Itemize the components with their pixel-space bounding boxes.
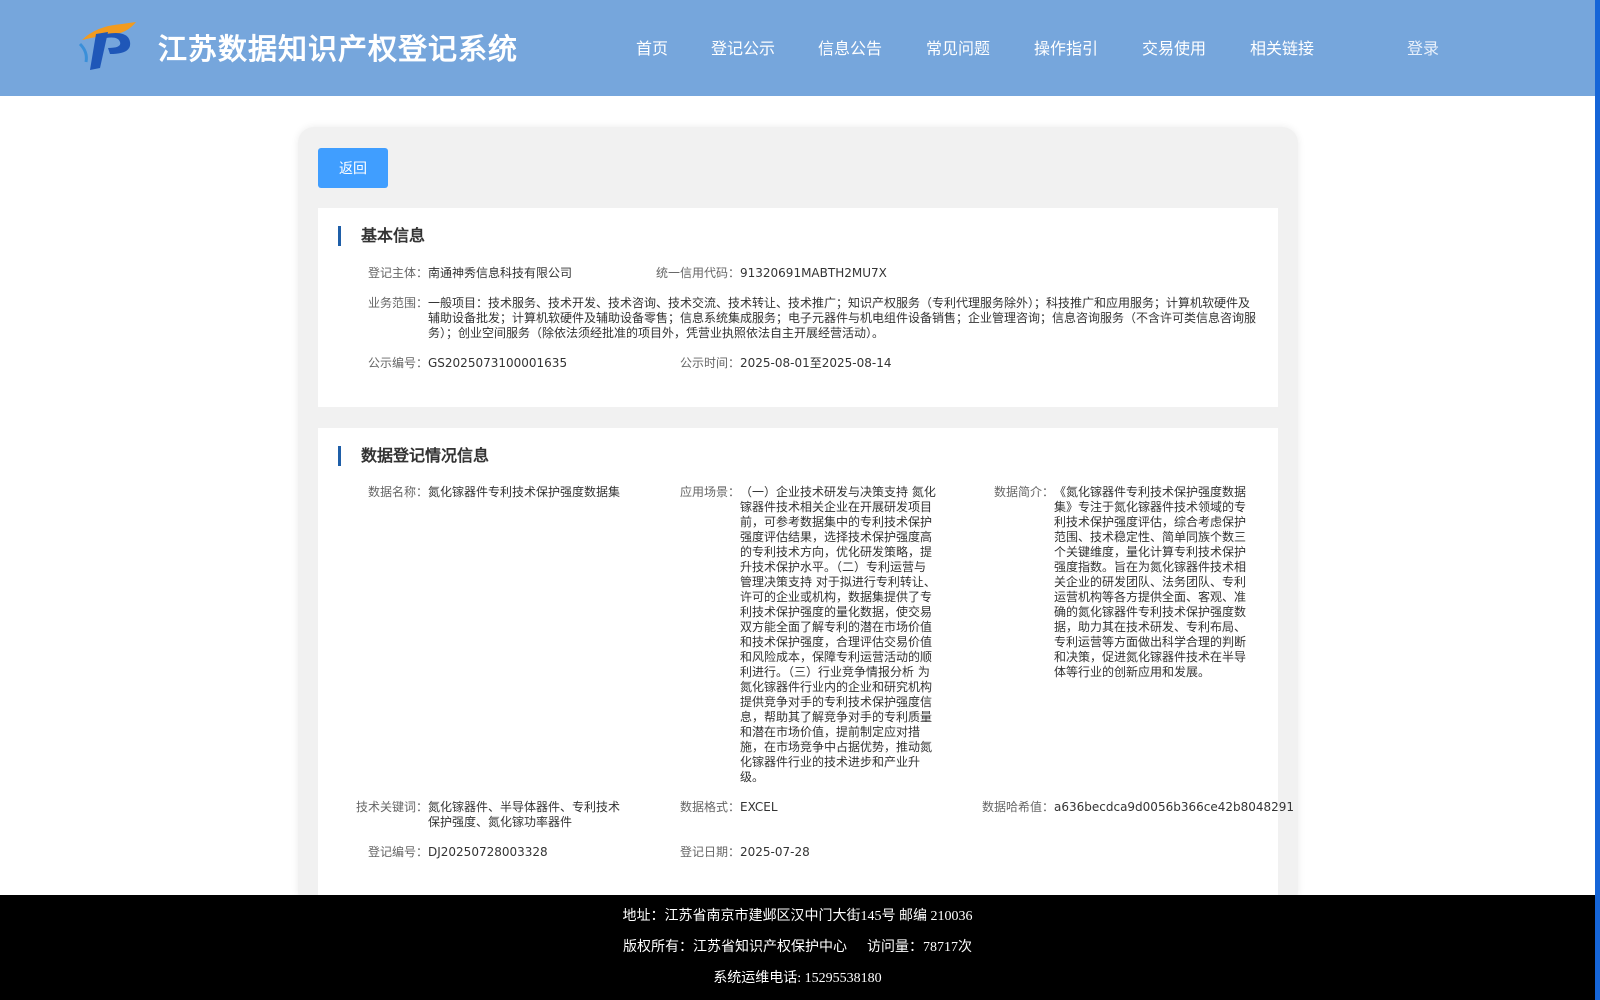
- nav-trade-use[interactable]: 交易使用: [1142, 35, 1206, 59]
- registration-info-card: 数据登记情况信息 数据名称： 氮化镓器件专利技术保护强度数据集 应用场景： （一…: [318, 428, 1295, 898]
- field-label: 业务范围：: [367, 296, 428, 310]
- footer-phone: 系统运维电话: 15295538180: [713, 971, 882, 986]
- login-link[interactable]: 登录: [1407, 35, 1439, 59]
- nav-home[interactable]: 首页: [636, 35, 668, 59]
- footer-address: 地址：江苏省南京市建邺区汉中门大街145号 邮编 210036: [622, 909, 973, 924]
- nav-info-announcement[interactable]: 信息公告: [818, 35, 882, 59]
- footer-copyright: 版权所有：江苏省知识产权保护中心: [623, 940, 847, 955]
- nav-faq[interactable]: 常见问题: [926, 35, 990, 59]
- section-title: 基本信息: [338, 226, 425, 246]
- nav-operation-guide[interactable]: 操作指引: [1034, 35, 1098, 59]
- field-label: 统一信用代码：: [655, 266, 740, 280]
- field-label: 数据简介：: [993, 485, 1054, 499]
- footer-copyright-row: 版权所有：江苏省知识产权保护中心 访问量：78717次: [0, 936, 1595, 956]
- nav-registration-notice[interactable]: 登记公示: [711, 35, 775, 59]
- field-value: 2025-07-28: [740, 845, 810, 859]
- field-label: 数据哈希值：: [981, 800, 1054, 814]
- field-value: 一般项目：技术服务、技术开发、技术咨询、技术交流、技术转让、技术推广；知识产权服…: [428, 296, 1257, 340]
- system-title: 江苏数据知识产权登记系统: [158, 32, 519, 66]
- section-title: 数据登记情况信息: [338, 446, 489, 466]
- field-value: 91320691MABTH2MU7X: [740, 266, 887, 280]
- basic-info-card: 基本信息 登记主体： 南通神秀信息科技有限公司 统一信用代码： 91320691…: [318, 208, 1278, 407]
- field-label: 公示时间：: [679, 356, 740, 370]
- field-value: a636becdca9d0056b366ce42b8048291: [1054, 800, 1295, 814]
- back-button[interactable]: 返回: [318, 148, 388, 188]
- footer: 地址：江苏省南京市建邺区汉中门大街145号 邮编 210036 版权所有：江苏省…: [0, 895, 1595, 1000]
- footer-visits: 访问量：78717次: [867, 940, 972, 955]
- field-value: （一）企业技术研发与决策支持 氮化镓器件技术相关企业在开展研发项目前，可参考数据…: [740, 485, 936, 784]
- scrollbar-edge: [1595, 0, 1600, 1000]
- field-value: 2025-08-01至2025-08-14: [740, 356, 892, 370]
- nav-related-links[interactable]: 相关链接: [1250, 35, 1314, 59]
- logo-icon: [78, 22, 136, 70]
- field-label: 登记日期：: [679, 845, 740, 859]
- field-value: 《氮化镓器件专利技术保护强度数据集》专注于氮化镓器件技术领域的专利技术保护强度评…: [1054, 485, 1247, 679]
